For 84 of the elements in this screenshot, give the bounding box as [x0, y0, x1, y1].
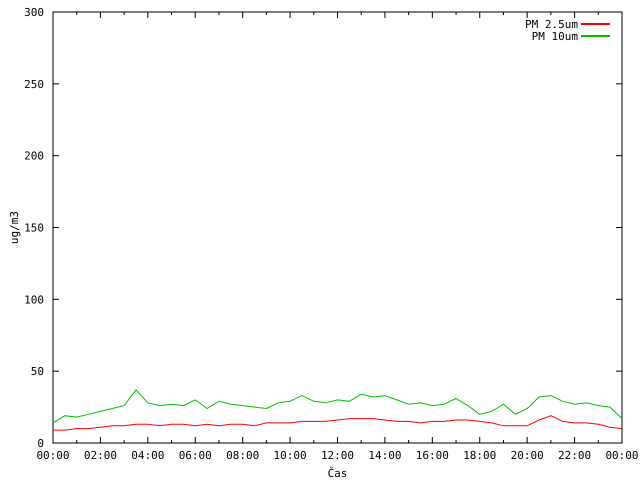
x-tick: [290, 12, 291, 18]
y-tick: [616, 83, 622, 84]
x-tick-label: 06:00: [178, 449, 212, 462]
x-minor-tick: [76, 440, 78, 444]
y-tick-label: 0: [37, 437, 44, 450]
x-tick: [52, 12, 54, 18]
x-minor-tick: [171, 440, 172, 444]
x-tick: [432, 12, 433, 18]
y-tick: [52, 155, 60, 156]
x-tick: [526, 12, 528, 18]
y-tick: [616, 298, 622, 300]
y-axis-label: ug/m3: [8, 210, 21, 244]
x-tick: [384, 436, 386, 444]
x-minor-tick: [360, 440, 362, 444]
y-tick: [616, 155, 622, 156]
x-tick-label: 10:00: [274, 449, 307, 462]
y-tick: [616, 227, 622, 228]
x-minor-tick: [266, 12, 267, 16]
legend-label: PM 2.5um: [525, 18, 578, 31]
x-minor-tick: [171, 12, 172, 16]
x-tick-label: 18:00: [463, 449, 496, 462]
x-tick-label: 08:00: [226, 449, 260, 462]
x-tick-label: 12:00: [320, 449, 354, 462]
y-tick: [616, 442, 622, 444]
y-tick-label: 300: [24, 6, 44, 19]
x-minor-tick: [598, 440, 599, 444]
y-tick-label: 150: [24, 222, 44, 234]
x-tick-label: 02:00: [84, 449, 117, 462]
x-tick-label: 22:00: [558, 449, 592, 462]
x-tick: [574, 12, 576, 18]
x-minor-tick: [550, 12, 552, 16]
x-minor-tick: [313, 440, 314, 444]
x-axis-label: Čas: [328, 467, 348, 480]
x-tick-label: 14:00: [368, 449, 402, 462]
x-tick: [384, 12, 386, 18]
x-tick: [479, 12, 480, 18]
x-tick: [337, 12, 338, 18]
x-tick: [526, 436, 528, 444]
x-tick: [194, 12, 196, 18]
x-tick-label: 00:00: [36, 449, 70, 462]
x-minor-tick: [218, 12, 220, 16]
legend-label: PM 10um: [532, 30, 578, 43]
x-minor-tick: [598, 12, 599, 16]
x-tick-label: 04:00: [131, 449, 164, 462]
x-tick-label: 16:00: [416, 449, 449, 462]
x-tick: [242, 12, 244, 18]
x-minor-tick: [550, 440, 552, 444]
x-tick: [100, 436, 101, 444]
x-tick: [147, 12, 148, 18]
x-minor-tick: [456, 440, 457, 444]
x-minor-tick: [124, 12, 125, 16]
x-minor-tick: [76, 12, 78, 16]
x-tick: [574, 436, 576, 444]
y-tick-label: 50: [30, 365, 44, 378]
x-tick: [52, 436, 54, 444]
y-tick: [52, 83, 60, 84]
x-tick: [432, 436, 433, 444]
x-tick: [242, 436, 244, 444]
x-tick: [147, 436, 148, 444]
x-minor-tick: [502, 12, 504, 16]
x-minor-tick: [408, 12, 410, 16]
x-minor-tick: [408, 440, 410, 444]
y-tick: [52, 370, 60, 372]
x-tick: [479, 436, 480, 444]
x-tick: [100, 12, 101, 18]
x-minor-tick: [124, 440, 125, 444]
y-tick-label: 100: [24, 293, 44, 306]
x-tick-label: 00:00: [605, 449, 639, 462]
x-minor-tick: [266, 440, 267, 444]
y-tick: [52, 442, 60, 444]
y-tick-label: 200: [24, 150, 44, 163]
x-minor-tick: [218, 440, 220, 444]
x-tick: [337, 436, 338, 444]
y-tick: [616, 370, 622, 372]
x-tick: [194, 436, 196, 444]
y-tick-label: 250: [24, 78, 44, 91]
x-tick: [290, 436, 291, 444]
x-minor-tick: [502, 440, 504, 444]
x-minor-tick: [313, 12, 314, 16]
x-minor-tick: [360, 12, 362, 16]
x-minor-tick: [456, 12, 457, 16]
y-tick: [52, 227, 60, 228]
y-tick: [52, 298, 60, 300]
x-tick-label: 20:00: [510, 449, 544, 462]
